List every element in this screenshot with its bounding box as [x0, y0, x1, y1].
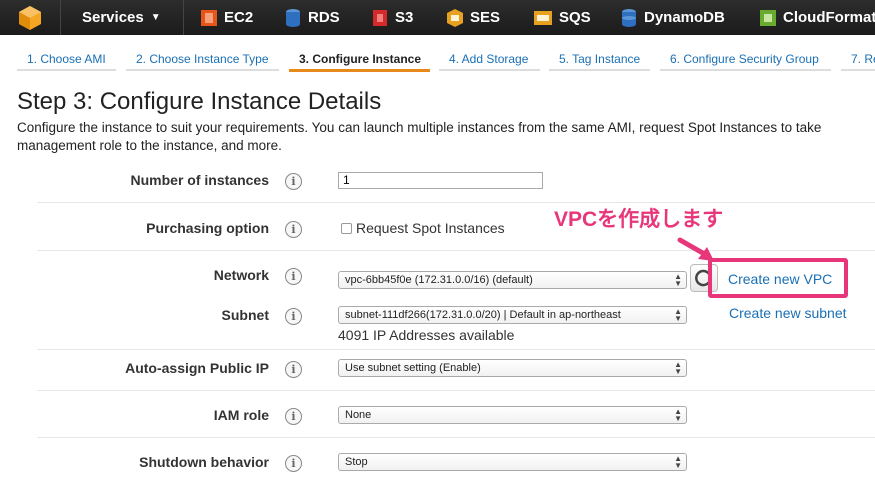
- public-ip-label: Auto-assign Public IP: [125, 360, 269, 376]
- tab-choose-ami[interactable]: 1. Choose AMI: [27, 52, 106, 66]
- nav-ses-label: SES: [470, 9, 501, 26]
- nav-divider: [183, 0, 184, 35]
- step-underline-active: [289, 69, 430, 72]
- ec2-icon: [201, 9, 217, 26]
- network-select-value: vpc-6bb45f0e (172.31.0.0/16) (default): [345, 274, 533, 286]
- s3-icon: [373, 9, 387, 26]
- iam-role-select-value: None: [345, 409, 372, 421]
- divider: [37, 437, 875, 438]
- dynamodb-icon: [622, 8, 636, 27]
- info-icon[interactable]: i: [285, 408, 302, 425]
- annotation-arrow-icon: [677, 237, 714, 261]
- instances-label: Number of instances: [130, 172, 269, 188]
- subnet-select[interactable]: subnet-111df266(172.31.0.0/20) | Default…: [338, 306, 687, 324]
- shutdown-select-value: Stop: [345, 456, 368, 468]
- create-subnet-link[interactable]: Create new subnet: [729, 305, 847, 321]
- divider: [37, 390, 875, 391]
- shutdown-select[interactable]: Stop ▲ ▼: [338, 453, 687, 471]
- info-icon[interactable]: i: [285, 308, 302, 325]
- nav-sqs-label: SQS: [559, 9, 591, 26]
- step-underline: [439, 69, 540, 71]
- services-label: Services: [82, 9, 144, 26]
- nav-divider: [60, 0, 61, 35]
- top-nav-bar: Services ▼ EC2 RDS S3 SES SQS DynamoDB C…: [0, 0, 875, 36]
- instances-input[interactable]: [338, 172, 543, 189]
- tab-tag-instance[interactable]: 5. Tag Instance: [559, 52, 640, 66]
- iam-role-select[interactable]: None ▲ ▼: [338, 406, 687, 424]
- nav-s3[interactable]: S3: [371, 0, 413, 35]
- nav-ses[interactable]: SES: [446, 0, 500, 35]
- wizard-steps: 1. Choose AMI 2. Choose Instance Type 3.…: [0, 35, 875, 73]
- cloudformation-icon: [760, 9, 776, 26]
- info-icon[interactable]: i: [285, 361, 302, 378]
- divider: [37, 202, 875, 203]
- nav-ec2-label: EC2: [224, 9, 254, 26]
- info-icon[interactable]: i: [285, 268, 302, 285]
- purchasing-label: Purchasing option: [146, 220, 269, 236]
- divider: [37, 349, 875, 350]
- nav-rds[interactable]: RDS: [284, 0, 340, 35]
- subnet-available-text: 4091 IP Addresses available: [338, 327, 515, 343]
- annotation-highlight-box: [708, 258, 848, 298]
- iam-role-label: IAM role: [213, 407, 269, 423]
- divider: [37, 250, 875, 251]
- step-underline: [549, 69, 650, 71]
- step-underline: [660, 69, 831, 71]
- description-line-1: Configure the instance to suit your requ…: [17, 120, 822, 135]
- select-arrows-icon: ▲ ▼: [674, 407, 682, 423]
- ses-icon: [447, 8, 463, 27]
- tab-add-storage[interactable]: 4. Add Storage: [449, 52, 528, 66]
- page-description: Configure the instance to suit your requ…: [17, 119, 875, 155]
- spot-label: Request Spot Instances: [356, 220, 505, 236]
- select-arrows-icon: ▲ ▼: [674, 454, 682, 470]
- description-line-2: management role to the instance, and mor…: [17, 138, 282, 153]
- rds-icon: [286, 8, 300, 27]
- nav-cloudformation[interactable]: CloudFormat: [759, 0, 875, 35]
- subnet-label: Subnet: [221, 307, 269, 323]
- nav-s3-label: S3: [395, 9, 414, 26]
- public-ip-select-value: Use subnet setting (Enable): [345, 362, 481, 374]
- shutdown-label: Shutdown behavior: [139, 454, 269, 470]
- page-title: Step 3: Configure Instance Details: [17, 88, 382, 115]
- tab-configure-security-group[interactable]: 6. Configure Security Group: [670, 52, 819, 66]
- tab-review[interactable]: 7. Re: [851, 52, 875, 66]
- public-ip-select[interactable]: Use subnet setting (Enable) ▲ ▼: [338, 359, 687, 377]
- chevron-down-icon: ▼: [150, 12, 161, 23]
- select-arrows-icon: ▲ ▼: [674, 272, 682, 288]
- tab-configure-instance[interactable]: 3. Configure Instance: [299, 52, 421, 66]
- network-label: Network: [213, 267, 269, 283]
- nav-dynamodb[interactable]: DynamoDB: [620, 0, 725, 35]
- aws-logo-icon[interactable]: [0, 0, 60, 35]
- nav-rds-label: RDS: [308, 9, 340, 26]
- tab-choose-instance-type[interactable]: 2. Choose Instance Type: [136, 52, 269, 66]
- info-icon[interactable]: i: [285, 455, 302, 472]
- select-arrows-icon: ▲ ▼: [674, 360, 682, 376]
- step-underline: [126, 69, 279, 71]
- info-icon[interactable]: i: [285, 221, 302, 238]
- subnet-select-value: subnet-111df266(172.31.0.0/20) | Default…: [345, 309, 621, 321]
- nav-dynamodb-label: DynamoDB: [644, 9, 725, 26]
- sqs-icon: [534, 10, 552, 25]
- nav-sqs[interactable]: SQS: [533, 0, 591, 35]
- nav-ec2[interactable]: EC2: [200, 0, 253, 35]
- step-underline: [17, 69, 116, 71]
- spot-checkbox[interactable]: [341, 223, 352, 234]
- step-underline: [841, 69, 875, 71]
- select-arrows-icon: ▲ ▼: [674, 307, 682, 323]
- services-menu[interactable]: Services ▼: [82, 0, 161, 35]
- network-select[interactable]: vpc-6bb45f0e (172.31.0.0/16) (default) ▲…: [338, 271, 687, 289]
- nav-cloudformation-label: CloudFormat: [783, 9, 875, 26]
- info-icon[interactable]: i: [285, 173, 302, 190]
